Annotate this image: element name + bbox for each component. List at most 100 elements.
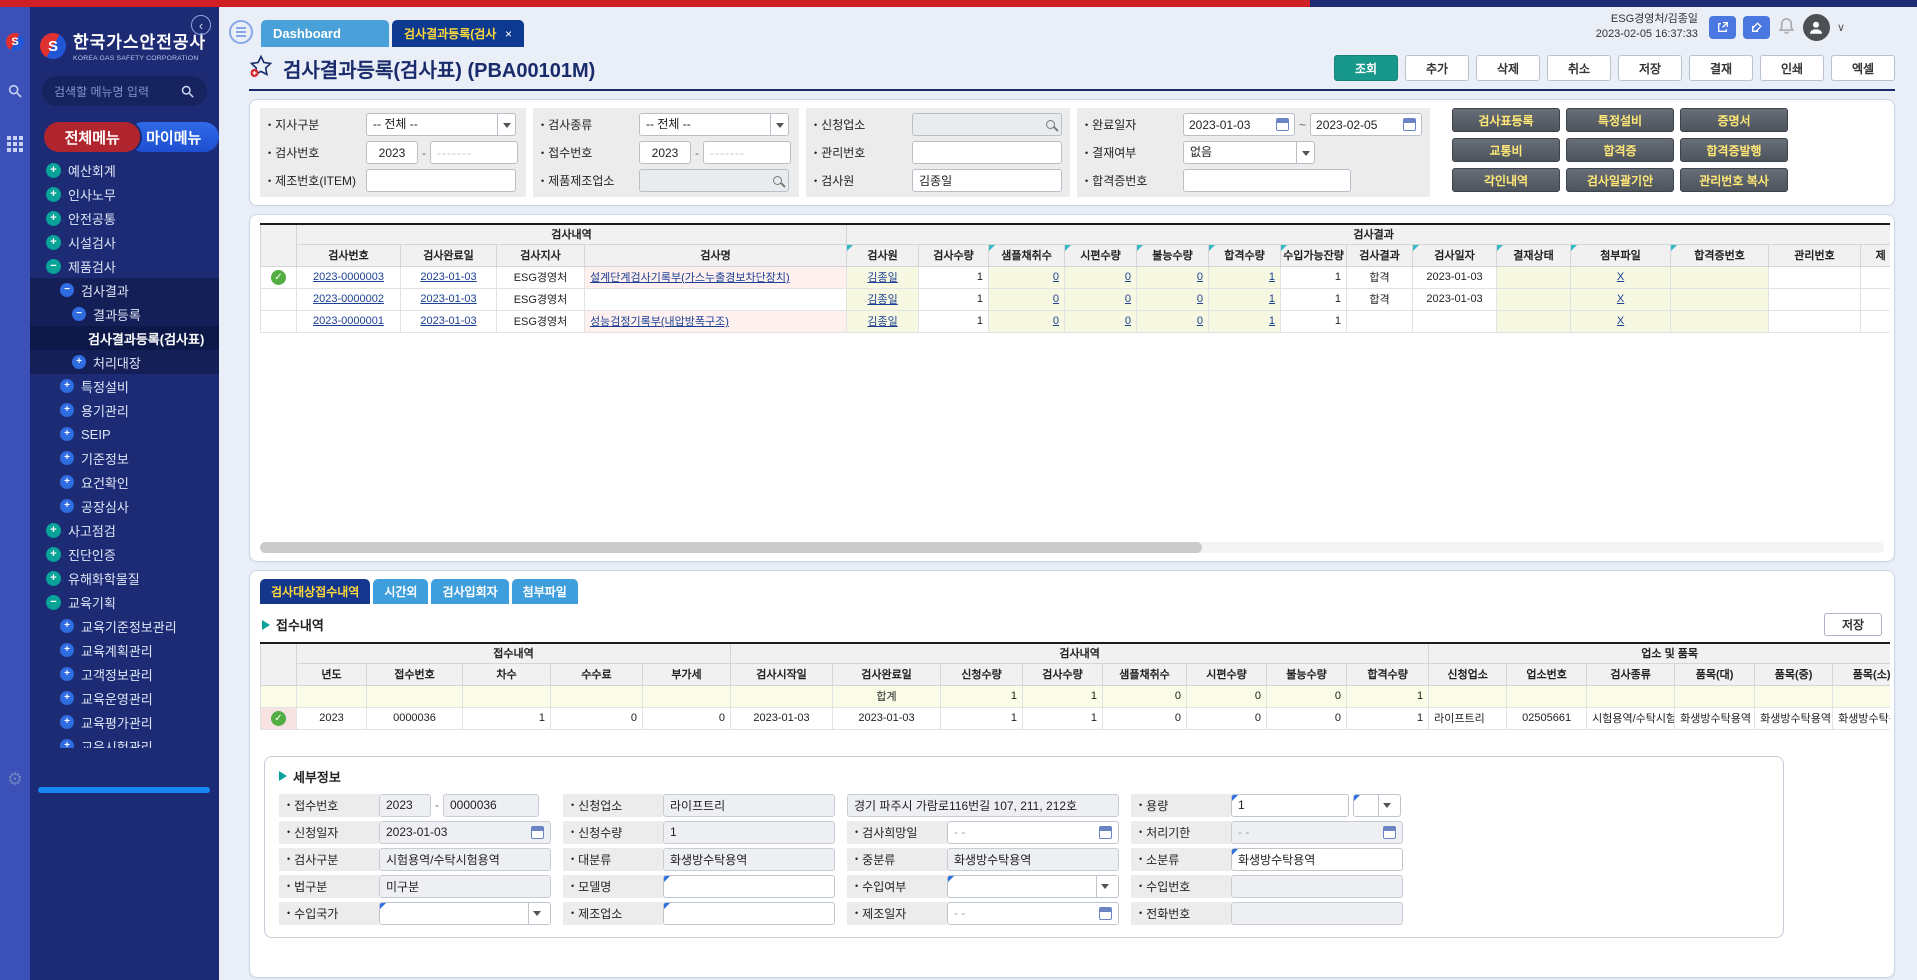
transport-fee-button[interactable]: 교통비 (1452, 138, 1560, 162)
grid-link[interactable]: 김종일 (867, 272, 897, 284)
tab-active-page[interactable]: 검사결과등록(검사 × (392, 20, 524, 47)
grid-link[interactable]: 0 (1125, 315, 1131, 327)
plus-icon[interactable]: + (60, 403, 74, 417)
inspection-type-select[interactable]: -- 전체 -- (639, 113, 789, 136)
column-header[interactable]: 검사지사 (497, 244, 585, 266)
grid-link[interactable]: 2023-0000003 (313, 271, 384, 283)
column-header[interactable]: 부가세 (643, 663, 731, 685)
calendar-icon[interactable] (531, 826, 544, 839)
search-icon[interactable] (1046, 120, 1055, 129)
favorite-star-icon[interactable] (249, 54, 273, 83)
plus-icon[interactable]: + (46, 163, 61, 178)
tab-my-menu[interactable]: 마이메뉴 (128, 122, 219, 152)
receipt-no-year-input[interactable] (639, 141, 691, 164)
grid-link[interactable]: 2023-01-03 (420, 271, 476, 283)
pass-cert-issue-button[interactable]: 합격증발행 (1680, 138, 1788, 162)
calendar-icon[interactable] (1383, 826, 1396, 839)
column-header[interactable]: 시편수량 (1187, 663, 1267, 685)
grid-link[interactable]: 김종일 (867, 316, 897, 328)
grid-link[interactable]: 0 (1197, 315, 1203, 327)
hamburger-icon[interactable] (229, 20, 253, 44)
column-header[interactable]: 불능수량 (1137, 244, 1209, 266)
receipt-grid-select-all[interactable] (261, 643, 297, 685)
certificate-button[interactable]: 증명서 (1680, 108, 1788, 132)
column-header[interactable]: 샘플채취수 (989, 244, 1065, 266)
excel-button[interactable]: 엑셀 (1831, 55, 1895, 81)
grid-link[interactable]: 1 (1269, 271, 1275, 283)
sidebar-item[interactable]: +교육기준정보관리 (30, 614, 219, 638)
sidebar-item[interactable]: +공장심사 (30, 494, 219, 518)
add-button[interactable]: 추가 (1405, 55, 1469, 81)
sidebar-item[interactable]: +사고점검 (30, 518, 219, 542)
batch-draft-button[interactable]: 검사일괄기안 (1566, 168, 1674, 192)
mfg-date-field[interactable]: - - (947, 902, 1119, 925)
column-header[interactable]: 검사시작일 (731, 663, 833, 685)
plus-icon[interactable]: + (46, 211, 61, 226)
grid-link[interactable]: 0 (1197, 271, 1203, 283)
chevron-down-icon[interactable] (770, 114, 788, 135)
grid-cell[interactable] (1671, 288, 1769, 310)
approve-button[interactable]: 결재 (1689, 55, 1753, 81)
category-small-field[interactable]: 화생방수탁용역 (1231, 848, 1403, 871)
plus-icon[interactable]: + (60, 475, 74, 489)
inspector-input[interactable] (912, 169, 1062, 192)
sidebar-collapse-button[interactable]: ‹ (191, 15, 211, 35)
close-icon[interactable]: × (505, 27, 512, 41)
plus-icon[interactable]: + (46, 547, 61, 562)
search-icon[interactable] (773, 176, 782, 185)
plus-icon[interactable]: + (60, 691, 74, 705)
grid-cell[interactable] (1671, 266, 1769, 288)
row-select[interactable] (261, 288, 297, 310)
sidebar-item[interactable]: +시설검사 (30, 230, 219, 254)
calendar-icon[interactable] (1099, 826, 1112, 839)
sidebar-scrollbar[interactable] (38, 787, 210, 793)
calendar-icon[interactable] (1276, 118, 1289, 131)
sidebar-item[interactable]: +처리대장 (30, 350, 219, 374)
sidebar-item[interactable]: +특정설비 (30, 374, 219, 398)
sidebar-item[interactable]: +교육운영관리 (30, 686, 219, 710)
complete-date-to-input[interactable]: 2023-02-05 (1310, 113, 1422, 136)
sidebar-item[interactable]: +교육시험관리 (30, 734, 219, 748)
row-select[interactable] (261, 310, 297, 332)
plus-icon[interactable]: + (72, 355, 86, 369)
column-header[interactable]: 검사번호 (297, 244, 401, 266)
grid-link[interactable]: X (1617, 293, 1624, 305)
hope-date-field[interactable]: - - (947, 821, 1119, 844)
engrave-list-button[interactable]: 각인내역 (1452, 168, 1560, 192)
import-country-select[interactable] (379, 902, 551, 925)
row-select[interactable]: ✓ (261, 707, 297, 729)
plus-icon[interactable]: + (46, 523, 61, 538)
tab-all-menu[interactable]: 전체메뉴 (44, 122, 140, 152)
grid-link[interactable]: 0 (1125, 293, 1131, 305)
column-header[interactable]: 관리번호 (1769, 244, 1861, 266)
calendar-icon[interactable] (1099, 907, 1112, 920)
sidebar-item[interactable]: +교육평가관리 (30, 710, 219, 734)
plus-icon[interactable]: + (46, 571, 61, 586)
cert-no-input[interactable] (1183, 169, 1351, 192)
tab-receipt-list[interactable]: 검사대상접수내역 (260, 579, 370, 604)
grid-link[interactable]: 2023-0000001 (313, 315, 384, 327)
column-header[interactable]: 제 (1861, 244, 1890, 266)
column-header[interactable]: 수수료 (551, 663, 643, 685)
column-header[interactable]: 업소번호 (1507, 663, 1587, 685)
bell-icon[interactable] (1777, 15, 1796, 39)
manage-no-input[interactable] (912, 141, 1062, 164)
gear-icon[interactable]: ⚙ (7, 769, 23, 790)
plus-icon[interactable]: + (60, 499, 74, 513)
column-header[interactable]: 불능수량 (1267, 663, 1347, 685)
column-header[interactable]: 품목(중) (1755, 663, 1833, 685)
receipt-no-serial-input[interactable] (703, 141, 791, 164)
sidebar-item[interactable]: −제품검사 (30, 254, 219, 278)
sidebar-item[interactable]: +고객정보관리 (30, 662, 219, 686)
grid-cell[interactable] (1497, 310, 1571, 332)
horizontal-scrollbar[interactable] (260, 542, 1884, 553)
plus-icon[interactable]: + (60, 643, 74, 657)
column-header[interactable]: 합격수량 (1209, 244, 1281, 266)
search-icon[interactable] (180, 84, 195, 99)
chevron-down-icon[interactable] (1296, 142, 1314, 163)
grid-link[interactable]: X (1617, 315, 1624, 327)
menu-grid-icon[interactable] (7, 136, 23, 152)
approval-select[interactable]: 없음 (1183, 141, 1315, 164)
grid-link[interactable]: X (1617, 271, 1624, 283)
applicant-search-input[interactable] (912, 113, 1062, 136)
